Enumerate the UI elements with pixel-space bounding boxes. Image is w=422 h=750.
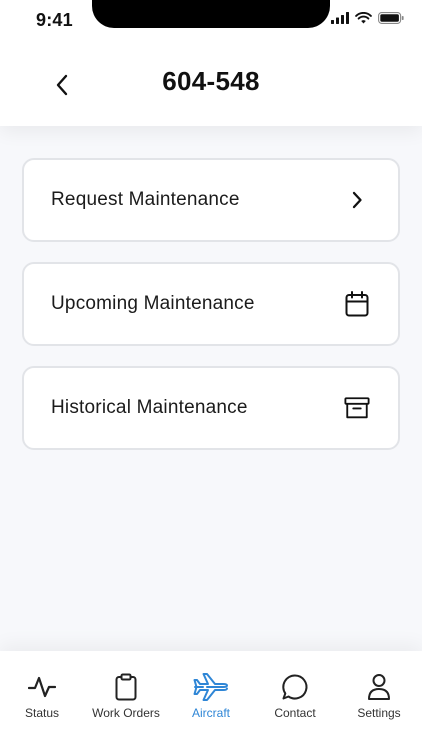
status-time: 9:41 — [36, 10, 73, 30]
historical-maintenance-item[interactable]: Historical Maintenance — [22, 366, 400, 450]
archive-box-icon — [344, 395, 370, 421]
chevron-right-icon — [344, 187, 370, 213]
calendar-icon — [344, 291, 370, 317]
tab-contact[interactable]: Contact — [253, 671, 337, 731]
wifi-icon — [355, 12, 372, 24]
user-icon — [367, 671, 391, 703]
menu-item-label: Request Maintenance — [51, 189, 240, 210]
tab-label: Work Orders — [92, 706, 160, 720]
request-maintenance-item[interactable]: Request Maintenance — [22, 158, 400, 242]
status-bar: 9:41 — [0, 0, 422, 44]
tab-label: Aircraft — [191, 706, 230, 720]
activity-icon — [28, 671, 56, 703]
tab-label: Status — [24, 706, 60, 720]
chat-bubble-icon — [281, 671, 309, 703]
menu-item-label: Historical Maintenance — [51, 397, 248, 418]
tab-status[interactable]: Status — [0, 671, 84, 731]
device-notch — [92, 0, 330, 28]
status-icons — [331, 12, 404, 24]
tab-aircraft[interactable]: Aircraft — [169, 671, 253, 731]
top-header: 9:41 604-548 — [0, 0, 422, 126]
battery-icon — [378, 12, 404, 24]
tab-settings[interactable]: Settings — [337, 671, 421, 731]
tab-work-orders[interactable]: Work Orders — [84, 671, 168, 731]
cellular-signal-icon — [331, 12, 349, 24]
tab-label: Settings — [357, 706, 401, 720]
page-title: 604-548 — [162, 66, 260, 96]
tab-label: Contact — [274, 706, 316, 720]
clipboard-icon — [115, 671, 137, 703]
tab-bar: Status Work Orders Aircraft Contact Sett… — [0, 651, 422, 750]
maintenance-menu: Request Maintenance Upcoming Maintenance… — [22, 158, 400, 470]
upcoming-maintenance-item[interactable]: Upcoming Maintenance — [22, 262, 400, 346]
airplane-icon — [193, 671, 229, 703]
menu-item-label: Upcoming Maintenance — [51, 293, 255, 314]
